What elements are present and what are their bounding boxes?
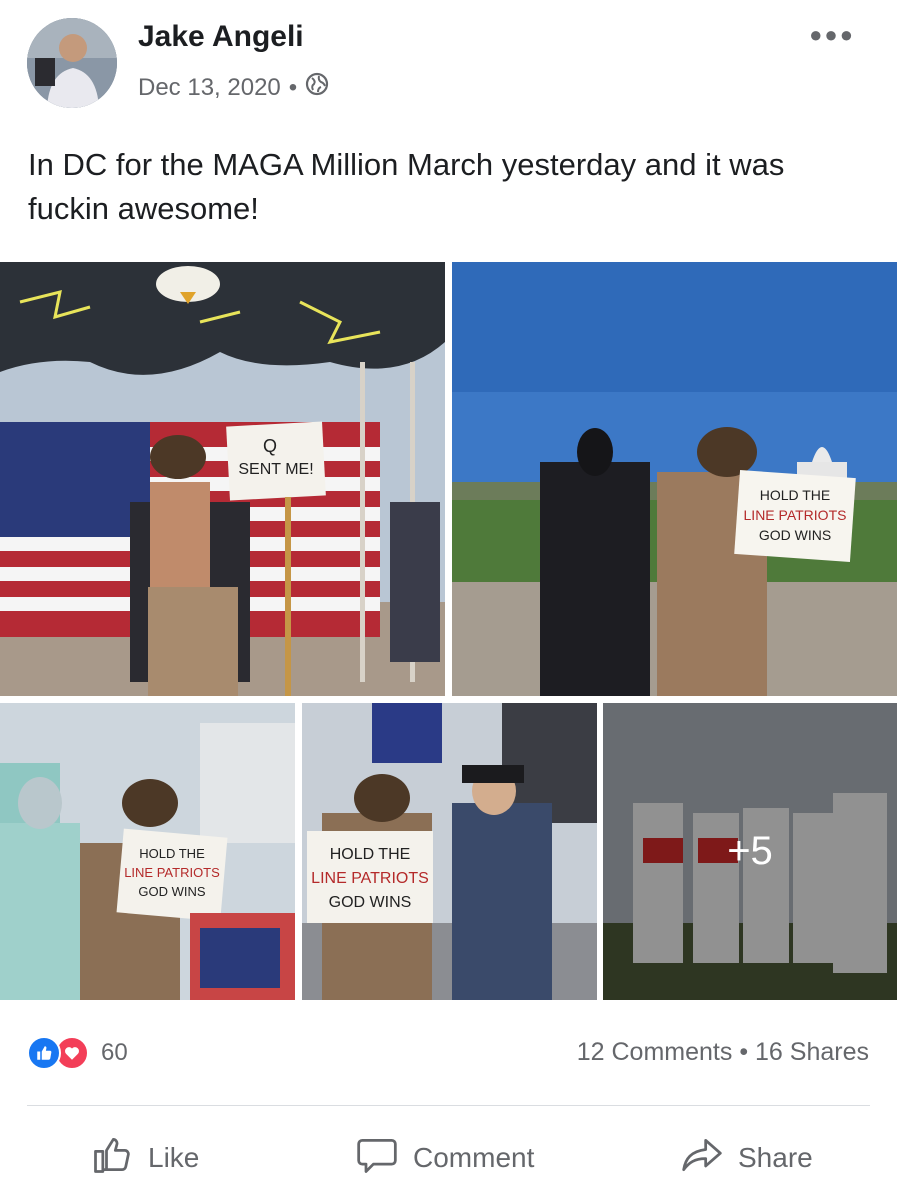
post-photo[interactable]: HOLD THE LINE PATRIOTS GOD WINS [302,703,597,1000]
comment-button[interactable]: Comment [355,1128,534,1188]
share-label: Share [738,1142,813,1173]
sign-line: LINE PATRIOTS [311,870,429,887]
meta-separator: • [288,73,298,101]
sign-line: GOD WINS [138,884,205,899]
speech-bubble-icon [355,1133,399,1184]
post-photo-more[interactable]: +5 [603,703,897,1000]
share-arrow-icon [680,1133,724,1184]
globe-icon [305,72,329,103]
like-label: Like [148,1142,200,1173]
share-button[interactable]: Share [680,1128,813,1188]
author-name[interactable]: Jake Angeli [138,20,304,54]
sign-line: GOD WINS [329,894,412,911]
thumbs-up-icon [90,1133,134,1184]
post-date[interactable]: Dec 13, 2020 [138,74,281,102]
sign-line: LINE PATRIOTS [124,865,220,880]
shares-count[interactable]: 16 Shares [755,1038,869,1066]
divider [27,1105,870,1106]
sign-line: SENT ME! [238,461,313,478]
post-meta: Dec 13, 2020 • [138,72,329,103]
sign-line: HOLD THE [760,487,831,503]
post-photo[interactable]: Q SENT ME! [0,262,445,696]
post-photo[interactable]: HOLD THE LINE PATRIOTS GOD WINS [0,703,295,1000]
engagement-counts: 12 Comments • 16 Shares [577,1038,869,1067]
sign-line: LINE PATRIOTS [744,507,847,523]
sign-line: HOLD THE [330,846,411,863]
sign-line: HOLD THE [139,846,205,861]
reaction-summary[interactable]: 60 [27,1036,128,1070]
ellipsis-icon[interactable]: ●●● [809,22,855,48]
sign-line: Q [263,436,277,456]
sign-line: GOD WINS [759,527,831,543]
reaction-count: 60 [101,1039,128,1066]
comments-count[interactable]: 12 Comments [577,1038,733,1066]
counts-separator: • [739,1038,749,1066]
avatar[interactable] [27,18,117,108]
action-bar: Like Comment Share [0,1128,897,1188]
like-reaction-icon [27,1036,61,1070]
comment-label: Comment [413,1142,535,1173]
like-button[interactable]: Like [90,1128,199,1188]
post-text: In DC for the MAGA Million March yesterd… [28,147,785,226]
more-photos-count[interactable]: +5 [603,703,897,1000]
post-photo[interactable]: HOLD THE LINE PATRIOTS GOD WINS [452,262,897,696]
